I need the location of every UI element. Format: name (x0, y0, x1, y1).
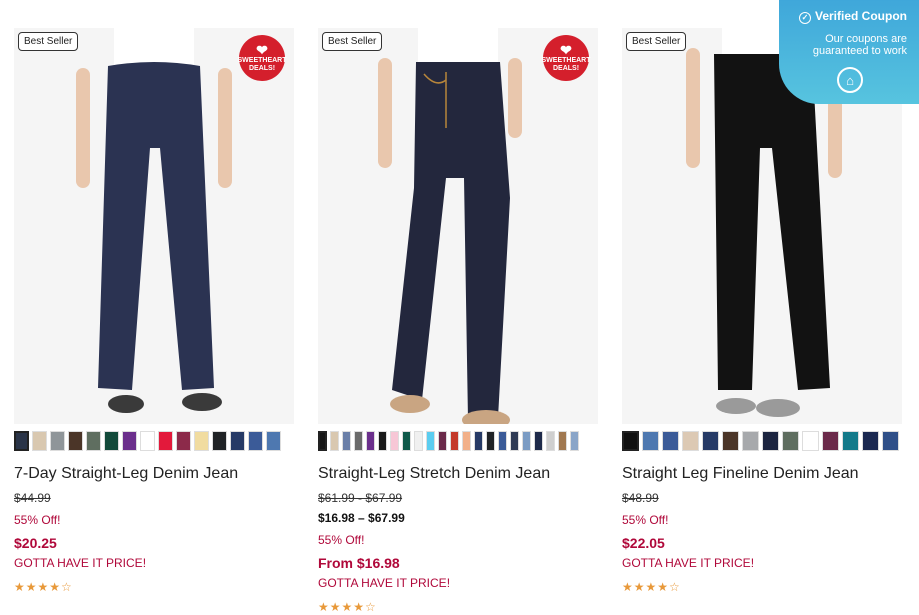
color-swatch[interactable] (402, 431, 411, 451)
color-swatch[interactable] (318, 431, 327, 451)
color-swatch[interactable] (68, 431, 83, 451)
star-rating[interactable]: ★★★★☆ (622, 580, 902, 594)
color-swatch[interactable] (762, 431, 779, 451)
color-swatch[interactable] (248, 431, 263, 451)
color-swatch[interactable] (32, 431, 47, 451)
color-swatch[interactable] (266, 431, 281, 451)
product-title[interactable]: Straight-Leg Stretch Denim Jean (318, 464, 598, 484)
product-title[interactable]: Straight Leg Fineline Denim Jean (622, 464, 902, 484)
color-swatch[interactable] (558, 431, 567, 451)
coupon-title: Verified Coupon (814, 9, 907, 23)
sale-price: $22.05 (622, 535, 665, 551)
coupon-subtitle-line: Our coupons are (825, 33, 907, 45)
color-swatch[interactable] (702, 431, 719, 451)
color-swatch[interactable] (802, 431, 819, 451)
color-swatch[interactable] (140, 431, 155, 451)
color-swatch[interactable] (662, 431, 679, 451)
star-rating[interactable]: ★★★★☆ (14, 580, 294, 594)
color-swatch[interactable] (522, 431, 531, 451)
color-swatch[interactable] (14, 431, 29, 451)
star-rating[interactable]: ★★★★☆ (318, 600, 598, 614)
color-swatch[interactable] (194, 431, 209, 451)
product-title[interactable]: 7-Day Straight-Leg Denim Jean (14, 464, 294, 484)
color-swatch[interactable] (642, 431, 659, 451)
product-card[interactable]: Best Seller Straight Leg Fineline Denim … (622, 28, 902, 614)
color-swatches (318, 431, 598, 451)
promo-label: GOTTA HAVE IT PRICE! (14, 556, 147, 570)
sweetheart-deals-badge: ❤ SWEETHEART DEALS! (541, 35, 591, 81)
coupon-title-row: ✓ Verified Coupon (779, 9, 907, 24)
color-swatch[interactable] (230, 431, 245, 451)
best-seller-badge: Best Seller (322, 32, 383, 51)
deal-badge-text: SWEETHEART DEALS! (237, 57, 287, 72)
color-swatch[interactable] (176, 431, 191, 451)
original-price: $61.99 - $67.99 (318, 491, 403, 505)
color-swatch[interactable] (510, 431, 519, 451)
original-price: $48.99 (622, 491, 659, 505)
color-swatch[interactable] (498, 431, 507, 451)
color-swatch[interactable] (722, 431, 739, 451)
color-swatch[interactable] (354, 431, 363, 451)
color-swatch[interactable] (414, 431, 423, 451)
color-swatch[interactable] (450, 431, 459, 451)
color-swatch[interactable] (366, 431, 375, 451)
home-icon[interactable]: ⌂ (837, 67, 863, 93)
product-card[interactable]: Best Seller ❤ SWEETHEART DEALS! 7-Day St… (14, 28, 294, 614)
color-swatch[interactable] (426, 431, 435, 451)
color-swatch[interactable] (438, 431, 447, 451)
color-swatches (14, 431, 294, 451)
color-swatch[interactable] (486, 431, 495, 451)
discount-label: 55% Off! (318, 533, 365, 547)
model-illustration (76, 28, 232, 413)
color-swatch[interactable] (330, 431, 339, 451)
color-swatch[interactable] (782, 431, 799, 451)
color-swatch[interactable] (682, 431, 699, 451)
discount-label: 55% Off! (14, 513, 61, 527)
color-swatches (622, 431, 902, 451)
color-swatch[interactable] (546, 431, 555, 451)
color-swatch[interactable] (822, 431, 839, 451)
sweetheart-deals-badge: ❤ SWEETHEART DEALS! (237, 35, 287, 81)
color-swatch[interactable] (86, 431, 101, 451)
color-swatch[interactable] (342, 431, 351, 451)
coupon-subtitle: Our coupons are guaranteed to work (779, 33, 907, 57)
best-seller-badge: Best Seller (626, 32, 687, 51)
color-swatch[interactable] (474, 431, 483, 451)
sale-price: $20.25 (14, 535, 57, 551)
sale-price: From $16.98 (318, 555, 400, 571)
product-card[interactable]: Best Seller ❤ SWEETHEART DEALS! Straight… (318, 28, 598, 614)
best-seller-badge: Best Seller (18, 32, 79, 51)
discount-label: 55% Off! (622, 513, 669, 527)
color-swatch[interactable] (158, 431, 173, 451)
heart-icon: ❤ (256, 42, 268, 58)
product-image[interactable]: Best Seller ❤ SWEETHEART DEALS! (14, 28, 294, 424)
color-swatch[interactable] (534, 431, 543, 451)
color-swatch[interactable] (862, 431, 879, 451)
verified-coupon-widget[interactable]: ✓ Verified Coupon Our coupons are guarant… (779, 0, 919, 104)
color-swatch[interactable] (882, 431, 899, 451)
heart-icon: ❤ (560, 42, 572, 58)
deal-badge-text: SWEETHEART DEALS! (541, 57, 591, 72)
coupon-subtitle-line: guaranteed to work (812, 45, 907, 57)
color-swatch[interactable] (390, 431, 399, 451)
color-swatch[interactable] (622, 431, 639, 451)
price-range: $16.98 – $67.99 (318, 511, 405, 525)
promo-label: GOTTA HAVE IT PRICE! (622, 556, 755, 570)
color-swatch[interactable] (50, 431, 65, 451)
color-swatch[interactable] (212, 431, 227, 451)
model-illustration (378, 28, 522, 424)
check-circle-icon: ✓ (798, 12, 811, 24)
product-grid: Best Seller ❤ SWEETHEART DEALS! 7-Day St… (14, 28, 902, 614)
promo-label: GOTTA HAVE IT PRICE! (318, 576, 451, 590)
color-swatch[interactable] (742, 431, 759, 451)
color-swatch[interactable] (842, 431, 859, 451)
original-price: $44.99 (14, 491, 51, 505)
color-swatch[interactable] (570, 431, 579, 451)
product-image[interactable]: Best Seller ❤ SWEETHEART DEALS! (318, 28, 598, 424)
color-swatch[interactable] (104, 431, 119, 451)
color-swatch[interactable] (378, 431, 387, 451)
color-swatch[interactable] (122, 431, 137, 451)
color-swatch[interactable] (462, 431, 471, 451)
